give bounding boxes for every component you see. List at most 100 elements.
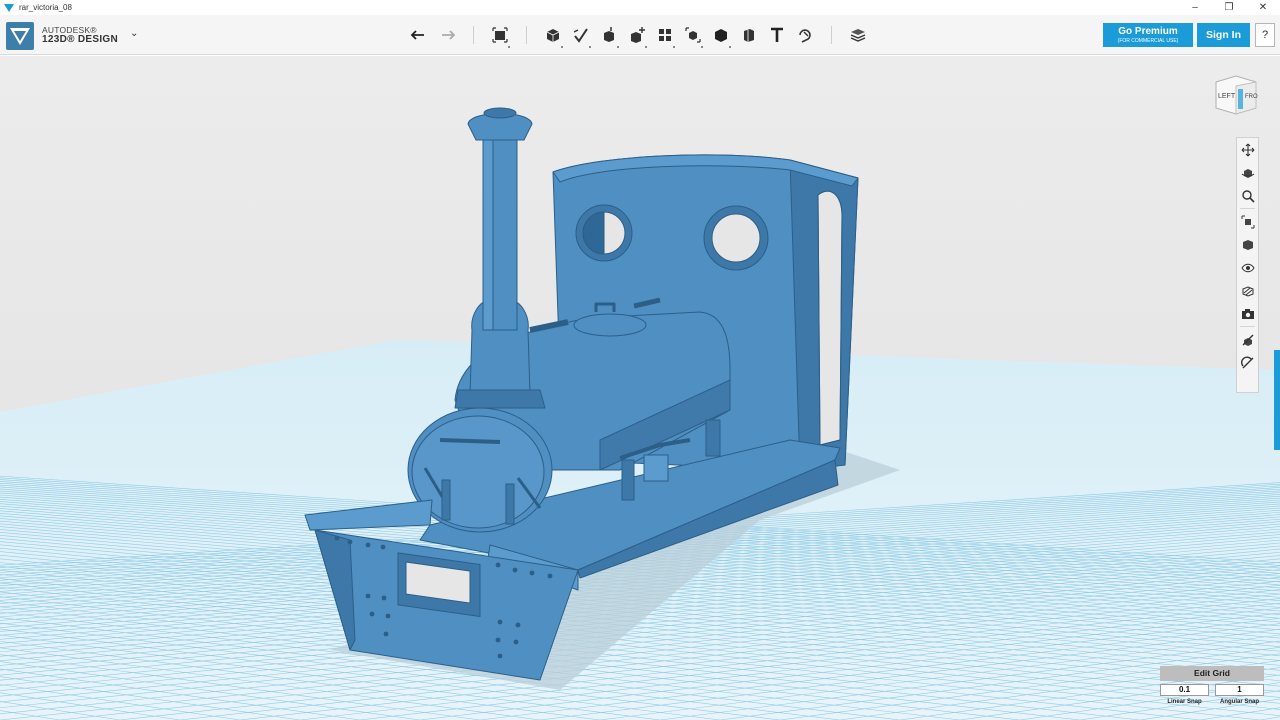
rivet <box>495 637 501 643</box>
pan-icon <box>1241 143 1254 156</box>
views-button[interactable] <box>1237 233 1258 256</box>
show-hide-button[interactable] <box>1237 328 1258 351</box>
3d-viewport[interactable] <box>0 56 1280 720</box>
app-window: rar_victoria_08 – ❐ ✕ AUTODESK® 123D® DE… <box>0 0 1280 720</box>
edit-grid-panel: Edit Grid 0.1 1 Linear Snap Angular Snap <box>1160 666 1264 714</box>
title-bar: rar_victoria_08 – ❐ ✕ <box>0 0 1280 15</box>
sign-in-button[interactable]: Sign In <box>1197 23 1250 47</box>
text-icon <box>771 27 783 42</box>
construct-icon <box>604 27 614 42</box>
primitives-icon <box>546 29 560 42</box>
material-button[interactable] <box>844 21 872 49</box>
grouping-button[interactable] <box>679 21 707 49</box>
visibility-button[interactable] <box>1237 256 1258 279</box>
snap-fields: 0.1 1 <box>1160 684 1264 696</box>
combine-icon <box>715 29 727 42</box>
snap-labels: Linear Snap Angular Snap <box>1160 699 1264 705</box>
show-hide-icon <box>1242 334 1253 346</box>
measure-button[interactable] <box>735 21 763 49</box>
primitives-button[interactable] <box>539 21 567 49</box>
zoom-button[interactable] <box>1237 184 1258 207</box>
rivet <box>385 613 391 619</box>
rivet <box>383 631 389 637</box>
minimize-button[interactable]: – <box>1178 0 1212 15</box>
submenu-dot <box>701 46 703 48</box>
grouping-icon <box>685 27 701 43</box>
rivet <box>365 542 371 548</box>
fit-button[interactable] <box>1237 210 1258 233</box>
window-controls: – ❐ ✕ <box>1178 0 1280 15</box>
scene-canvas[interactable] <box>0 56 1280 720</box>
visibility-icon <box>1240 263 1255 272</box>
side-panel-tab[interactable] <box>1274 350 1280 450</box>
construct-button[interactable] <box>595 21 623 49</box>
measure-icon <box>744 29 754 42</box>
submenu-dot <box>673 46 675 48</box>
transform-button[interactable] <box>486 21 514 49</box>
camera-button[interactable] <box>1237 302 1258 325</box>
snap-icon <box>799 29 811 43</box>
linear-snap-field[interactable]: 0.1 <box>1160 684 1209 696</box>
rivet <box>515 622 521 628</box>
snap-toggle-button[interactable] <box>1237 351 1258 374</box>
rivet <box>513 639 519 645</box>
go-premium-sublabel: (FOR COMMERCIAL USE) <box>1117 38 1179 44</box>
close-button[interactable]: ✕ <box>1246 0 1280 15</box>
zoom-icon <box>1241 189 1255 203</box>
rivet <box>529 570 535 576</box>
help-button[interactable]: ? <box>1255 23 1275 47</box>
modify-button[interactable] <box>623 21 651 49</box>
main-toolbar: AUTODESK® 123D® DESIGN ⌄ Go Premium (FOR… <box>0 15 1280 55</box>
rivet <box>495 562 501 568</box>
toolbar-divider <box>526 26 527 44</box>
snap-toggle-icon <box>1240 356 1253 368</box>
combine-button[interactable] <box>707 21 735 49</box>
maximize-button[interactable]: ❐ <box>1212 0 1246 15</box>
app-logo-small-icon <box>4 3 14 12</box>
materials-outlines-button[interactable] <box>1237 279 1258 302</box>
go-premium-label: Go Premium <box>1118 26 1178 37</box>
pattern-icon <box>659 29 671 41</box>
tool-group <box>405 20 872 50</box>
view-cube[interactable]: LEFT FRO <box>1212 72 1260 116</box>
submenu-dot <box>729 46 731 48</box>
pan-button[interactable] <box>1237 138 1258 161</box>
go-premium-button[interactable]: Go Premium (FOR COMMERCIAL USE) <box>1103 23 1193 47</box>
sketch-icon <box>573 28 588 43</box>
rivet <box>497 653 503 659</box>
submenu-dot <box>645 46 647 48</box>
submenu-dot <box>508 46 510 48</box>
undo-button[interactable] <box>405 21 433 49</box>
chevron-down-icon[interactable]: ⌄ <box>130 28 138 39</box>
toolbar-divider <box>473 26 474 44</box>
submenu-dot <box>589 46 591 48</box>
sketch-button[interactable] <box>567 21 595 49</box>
pattern-button[interactable] <box>651 21 679 49</box>
camera-icon <box>1241 308 1254 319</box>
rivet <box>547 573 553 579</box>
rivet <box>334 535 340 541</box>
submenu-dot <box>617 46 619 48</box>
views-icon <box>1242 239 1253 250</box>
brand-product: 123D® DESIGN <box>42 34 118 45</box>
orbit-button[interactable] <box>1237 161 1258 184</box>
app-logo-icon[interactable] <box>6 22 34 50</box>
rivet <box>380 544 386 550</box>
rivet <box>381 595 387 601</box>
snap-button[interactable] <box>791 21 819 49</box>
orbit-icon <box>1241 168 1254 178</box>
rivet <box>369 611 375 617</box>
rivet <box>365 593 371 599</box>
toolbar-divider <box>831 26 832 44</box>
redo-icon <box>442 30 456 40</box>
brand-name[interactable]: AUTODESK® 123D® DESIGN <box>42 25 118 45</box>
navbar-divider <box>1240 326 1255 327</box>
angular-snap-field[interactable]: 1 <box>1215 684 1264 696</box>
undo-icon <box>410 30 424 40</box>
redo-button[interactable] <box>433 21 461 49</box>
angular-snap-label: Angular Snap <box>1219 699 1259 705</box>
edit-grid-button[interactable]: Edit Grid <box>1160 666 1264 681</box>
materials-outlines-icon <box>1242 285 1253 297</box>
text-button[interactable] <box>763 21 791 49</box>
viewcube-left-label: LEFT <box>1218 93 1236 100</box>
